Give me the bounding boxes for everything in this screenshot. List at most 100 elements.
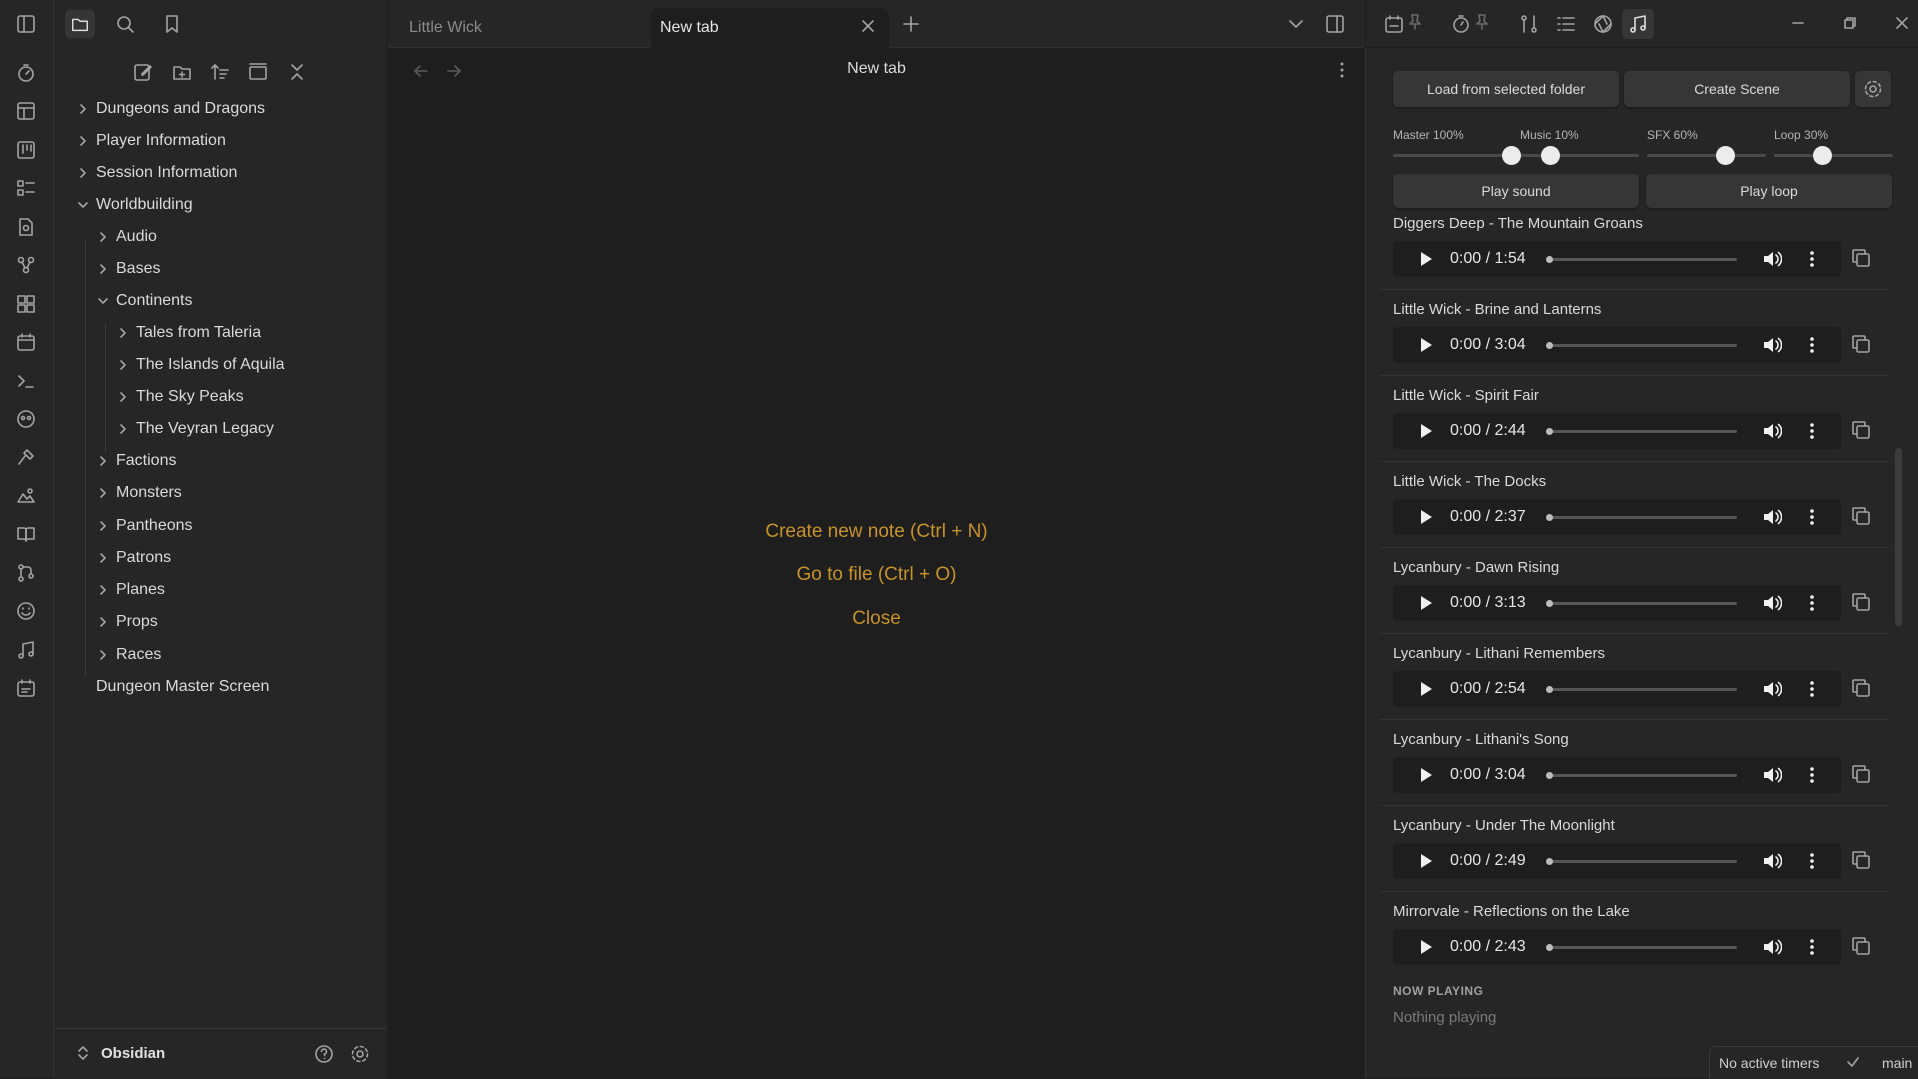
- more-options-icon[interactable]: [1332, 60, 1352, 80]
- volume-icon[interactable]: [1762, 938, 1782, 956]
- vault-switch-icon[interactable]: [76, 1044, 90, 1062]
- play-icon[interactable]: [1419, 251, 1433, 267]
- bookmark-icon[interactable]: [161, 13, 183, 35]
- copy-icon[interactable]: [1849, 934, 1877, 962]
- audio-player[interactable]: 0:00 / 2:54: [1393, 671, 1841, 707]
- volume-icon[interactable]: [1762, 680, 1782, 698]
- copy-icon[interactable]: [1849, 332, 1877, 360]
- chevron-right-icon[interactable]: [78, 104, 88, 114]
- chevron-right-icon[interactable]: [78, 136, 88, 146]
- copy-icon[interactable]: [1849, 418, 1877, 446]
- volume-icon[interactable]: [1762, 594, 1782, 612]
- play-icon[interactable]: [1419, 509, 1433, 525]
- sfx-volume-handle[interactable]: [1716, 146, 1735, 165]
- timers-status[interactable]: No active timers: [1719, 1055, 1819, 1071]
- minimize-icon[interactable]: [1789, 14, 1807, 32]
- copy-icon[interactable]: [1849, 676, 1877, 704]
- audio-player[interactable]: 0:00 / 3:13: [1393, 585, 1841, 621]
- more-vertical-icon[interactable]: [1807, 508, 1817, 526]
- right-sidebar-toggle-icon[interactable]: [1324, 13, 1346, 35]
- tab-little-wick[interactable]: Little Wick: [400, 8, 650, 48]
- play-icon[interactable]: [1419, 853, 1433, 869]
- copy-icon[interactable]: [1849, 590, 1877, 618]
- audio-player[interactable]: 0:00 / 3:04: [1393, 757, 1841, 793]
- auto-reveal-icon[interactable]: [245, 59, 271, 85]
- copy-icon[interactable]: [1849, 762, 1877, 790]
- master-volume-slider[interactable]: [1393, 154, 1512, 157]
- vault-name[interactable]: Obsidian: [101, 1045, 165, 1062]
- volume-icon[interactable]: [1762, 336, 1782, 354]
- music-volume-slider[interactable]: [1520, 154, 1639, 157]
- music-icon[interactable]: [1622, 9, 1654, 39]
- seek-bar[interactable]: [1546, 514, 1737, 521]
- kanban-icon[interactable]: [15, 139, 37, 161]
- create-scene-button[interactable]: Create Scene: [1624, 71, 1850, 107]
- git-branch-status[interactable]: main: [1882, 1055, 1912, 1071]
- audio-player[interactable]: 0:00 / 3:04: [1393, 327, 1841, 363]
- audio-player[interactable]: 0:00 / 2:44: [1393, 413, 1841, 449]
- search-icon[interactable]: [114, 13, 136, 35]
- close-window-icon[interactable]: [1893, 14, 1911, 32]
- copy-icon[interactable]: [1849, 504, 1877, 532]
- settings-icon[interactable]: [349, 1043, 371, 1065]
- more-vertical-icon[interactable]: [1807, 422, 1817, 440]
- more-vertical-icon[interactable]: [1807, 938, 1817, 956]
- seek-bar[interactable]: [1546, 686, 1737, 693]
- outline-icon[interactable]: [1555, 13, 1577, 35]
- new-note-icon[interactable]: [130, 59, 156, 85]
- seek-bar[interactable]: [1546, 772, 1737, 779]
- copy-icon[interactable]: [1849, 848, 1877, 876]
- chevron-right-icon[interactable]: [78, 168, 88, 178]
- chevron-down-icon[interactable]: [78, 200, 88, 210]
- tab-list-chevron-icon[interactable]: [1287, 15, 1305, 33]
- seek-bar[interactable]: [1546, 600, 1737, 607]
- master-volume-handle[interactable]: [1502, 146, 1521, 165]
- seek-bar[interactable]: [1546, 428, 1737, 435]
- more-vertical-icon[interactable]: [1807, 852, 1817, 870]
- more-vertical-icon[interactable]: [1807, 594, 1817, 612]
- play-icon[interactable]: [1419, 681, 1433, 697]
- files-icon[interactable]: [65, 10, 95, 38]
- git-compare-icon[interactable]: [1518, 13, 1540, 35]
- loop-volume-slider[interactable]: [1774, 154, 1893, 157]
- aperture-icon[interactable]: [1592, 13, 1614, 35]
- play-sound-button[interactable]: Play sound: [1393, 174, 1639, 208]
- volume-icon[interactable]: [1762, 250, 1782, 268]
- seek-bar[interactable]: [1546, 944, 1737, 951]
- tab-new-tab[interactable]: New tab: [651, 8, 889, 48]
- loop-volume-handle[interactable]: [1813, 146, 1832, 165]
- pin-icon[interactable]: [1407, 13, 1423, 31]
- sidebar-toggle-icon[interactable]: [15, 13, 37, 35]
- new-tab-icon[interactable]: [901, 14, 921, 34]
- stopwatch-icon[interactable]: [1450, 13, 1472, 35]
- play-icon[interactable]: [1419, 423, 1433, 439]
- audio-player[interactable]: 0:00 / 2:49: [1393, 843, 1841, 879]
- audio-player[interactable]: 0:00 / 2:37: [1393, 499, 1841, 535]
- soundboard-settings-button[interactable]: [1855, 71, 1891, 107]
- play-icon[interactable]: [1419, 939, 1433, 955]
- layout-icon[interactable]: [15, 100, 37, 122]
- timer-icon[interactable]: [15, 62, 37, 84]
- audio-player[interactable]: 0:00 / 1:54: [1393, 241, 1841, 277]
- sort-icon[interactable]: [207, 59, 233, 85]
- play-icon[interactable]: [1419, 337, 1433, 353]
- seek-bar[interactable]: [1546, 858, 1737, 865]
- new-folder-icon[interactable]: [169, 59, 195, 85]
- more-vertical-icon[interactable]: [1807, 336, 1817, 354]
- play-icon[interactable]: [1419, 767, 1433, 783]
- vault-switcher[interactable]: Obsidian: [54, 1028, 387, 1079]
- checklist-icon[interactable]: [15, 177, 37, 199]
- help-icon[interactable]: [313, 1043, 335, 1065]
- more-vertical-icon[interactable]: [1807, 680, 1817, 698]
- seek-bar[interactable]: [1546, 256, 1737, 263]
- volume-icon[interactable]: [1762, 852, 1782, 870]
- close-tab-icon[interactable]: [860, 18, 876, 34]
- calendar-icon[interactable]: [1383, 13, 1405, 35]
- more-vertical-icon[interactable]: [1807, 250, 1817, 268]
- audio-player[interactable]: 0:00 / 2:43: [1393, 929, 1841, 965]
- play-icon[interactable]: [1419, 595, 1433, 611]
- volume-icon[interactable]: [1762, 422, 1782, 440]
- load-from-folder-button[interactable]: Load from selected folder: [1393, 71, 1619, 107]
- collapse-all-icon[interactable]: [284, 59, 310, 85]
- seek-bar[interactable]: [1546, 342, 1737, 349]
